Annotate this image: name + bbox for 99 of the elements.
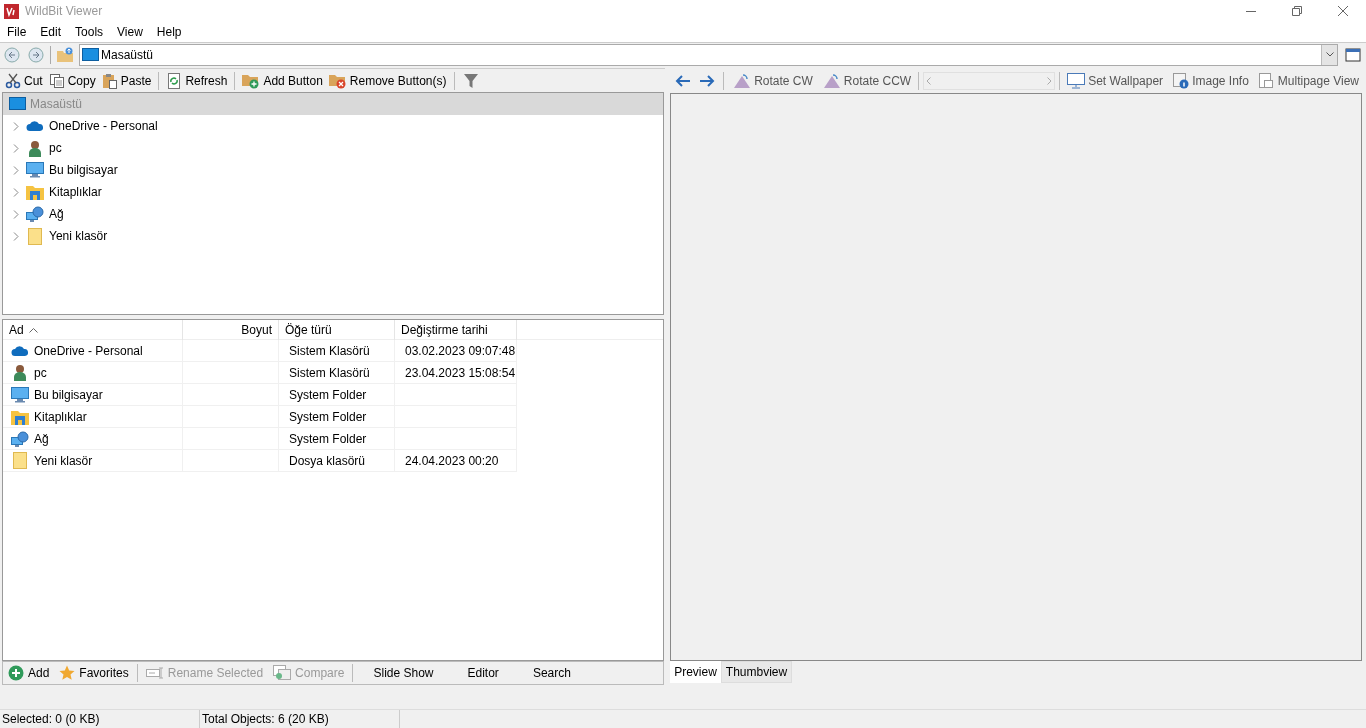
scissors-icon — [5, 72, 21, 89]
table-cell-text: Sistem Klasörü — [289, 364, 370, 382]
monitor-icon — [1067, 72, 1086, 89]
address-field[interactable]: Masaüstü — [79, 43, 1338, 66]
column-header[interactable]: Değiştirme tarihi — [395, 319, 517, 340]
menu-item[interactable]: Help — [149, 22, 189, 42]
dropdown-button[interactable] — [1321, 44, 1337, 65]
tab[interactable]: Thumbview — [720, 661, 793, 683]
arrow-right-icon — [699, 74, 716, 87]
folder-icon — [13, 452, 27, 469]
table-cell-text: pc — [34, 364, 47, 382]
status-text: Selected: 0 (0 KB) — [2, 711, 100, 728]
tree-item[interactable]: Yeni klasör — [24, 226, 110, 246]
table-cell-text: System Folder — [289, 386, 367, 404]
rotate-icon — [822, 72, 841, 89]
toolbar-button[interactable]: Refresh — [164, 69, 230, 92]
cloud-icon — [26, 120, 44, 132]
network-icon — [11, 430, 29, 447]
image-info-icon — [1173, 72, 1190, 89]
table-cell-text: Yeni klasör — [34, 452, 93, 470]
star-icon — [59, 665, 76, 681]
rotate-icon — [733, 72, 752, 89]
app-logo-icon — [4, 3, 19, 19]
table-cell-text: Kitaplıklar — [34, 408, 87, 426]
scrollbar[interactable] — [923, 71, 1056, 90]
table-cell-text: System Folder — [289, 408, 367, 426]
restore-icon — [1292, 6, 1302, 16]
toolbar-button[interactable]: Copy — [46, 69, 98, 92]
toolbar-button[interactable]: Cut — [3, 69, 45, 92]
toolbar-button[interactable]: Remove Button(s) — [326, 69, 449, 92]
column-header[interactable]: Öğe türü — [279, 319, 395, 340]
library-folder-icon — [26, 184, 44, 200]
toolbar-button[interactable]: Add Button — [240, 69, 325, 92]
toolbar-button[interactable]: Slide Show — [359, 662, 448, 684]
menu-item[interactable]: Tools — [68, 22, 111, 42]
tree-item[interactable]: Bu bilgisayar — [24, 160, 120, 180]
toolbar-button[interactable]: Multipage View — [1255, 69, 1362, 92]
caret-icon — [1325, 52, 1334, 57]
computer-icon — [26, 162, 44, 178]
folder-remove-icon — [328, 72, 347, 89]
plus-icon — [8, 665, 24, 681]
back-button[interactable] — [2, 44, 22, 65]
folder-icon — [28, 227, 42, 245]
cloud-icon — [11, 344, 29, 357]
tab[interactable]: Preview — [670, 661, 721, 683]
tree-item[interactable]: pc — [24, 138, 64, 158]
scroll-left-icon — [926, 76, 932, 85]
minimize-icon — [1246, 10, 1256, 12]
desktop-icon — [82, 47, 99, 62]
rename-icon — [145, 666, 164, 680]
table-cell-text: 24.04.2023 00:20 — [405, 452, 499, 470]
menu-item[interactable]: File — [0, 22, 34, 42]
toolbar-button[interactable]: Search — [518, 662, 585, 684]
table-cell-text: Ağ — [34, 430, 49, 448]
menu-item[interactable]: Edit — [33, 22, 69, 42]
sort-ascending-icon — [28, 326, 38, 333]
tree-item[interactable]: Kitaplıklar — [24, 182, 104, 202]
toolbar-button[interactable]: Editor — [453, 662, 513, 684]
window-title: WildBit Viewer — [25, 3, 103, 20]
table-cell-text: 23.04.2023 15:08:54 — [405, 364, 516, 382]
forward-button[interactable] — [26, 44, 46, 65]
refresh-icon — [166, 72, 183, 89]
filter-icon — [463, 72, 478, 89]
table-cell-text: Dosya klasörü — [289, 452, 366, 470]
pages-icon — [1258, 72, 1275, 89]
menu-item[interactable]: View — [110, 22, 150, 42]
folder-up-icon — [56, 46, 74, 63]
desktop-icon — [9, 97, 26, 111]
table-cell-text: Sistem Klasörü — [289, 342, 370, 360]
user-icon — [28, 139, 42, 157]
toolbar-button[interactable]: Rotate CW — [730, 69, 816, 92]
table-cell-text: Bu bilgisayar — [34, 386, 103, 404]
folder-add-icon — [242, 72, 261, 89]
network-icon — [26, 206, 44, 222]
column-header[interactable]: Boyut — [183, 319, 279, 340]
column-header[interactable]: Ad — [3, 319, 183, 340]
tree-item[interactable]: Ağ — [24, 204, 66, 224]
toolbar-button[interactable]: Paste — [99, 69, 154, 92]
toolbar-button[interactable]: Favorites — [57, 662, 131, 684]
close-icon — [1338, 6, 1348, 16]
table-cell-text: 03.02.2023 09:07:48 — [405, 342, 516, 360]
back-icon — [4, 46, 20, 63]
toolbar-button[interactable]: Image Info — [1170, 69, 1252, 92]
scroll-right-icon — [1047, 76, 1053, 85]
status-text: Total Objects: 6 (20 KB) — [202, 711, 329, 728]
computer-icon — [11, 386, 29, 403]
table-cell-text: System Folder — [289, 430, 367, 448]
compare-icon — [273, 665, 292, 681]
user-icon — [13, 364, 27, 381]
library-folder-icon — [11, 408, 29, 425]
toolbar-button[interactable]: Rotate CCW — [819, 69, 915, 92]
toolbar-button[interactable]: Set Wallpaper — [1064, 69, 1167, 92]
forward-icon — [28, 46, 44, 63]
arrow-left-icon — [675, 74, 692, 87]
copy-icon — [48, 72, 65, 89]
table-cell-text: OneDrive - Personal — [34, 342, 143, 360]
clipboard-icon — [101, 72, 118, 89]
toolbar-button[interactable]: Add — [6, 662, 52, 684]
tree-item[interactable]: OneDrive - Personal — [24, 116, 160, 136]
